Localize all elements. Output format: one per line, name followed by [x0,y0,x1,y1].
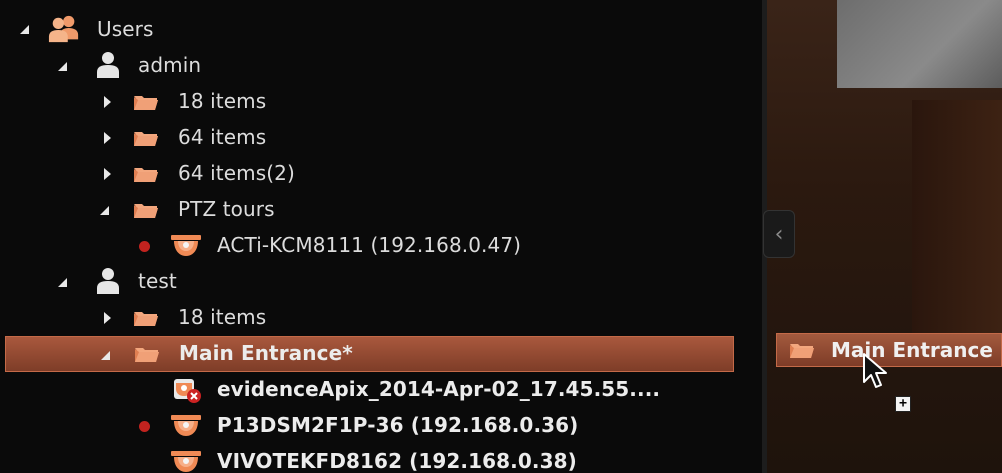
folder-icon [133,129,159,147]
tree-node-label: P13DSM2F1P-36 (192.168.0.36) [217,413,579,437]
tree-node-label: Main Entrance* [179,341,353,365]
folder-icon [133,93,159,111]
copy-plus-icon: + [895,396,911,412]
expanded-arrow-icon[interactable] [58,278,67,287]
tree-node-camera[interactable]: VIVOTEKFD8162 (192.168.0.38) [0,444,734,473]
tree-node-folder[interactable]: 18 items [0,84,734,120]
tree-node-label: 64 items [178,125,267,149]
tree-node-label: 18 items [178,305,267,329]
video-preview-area[interactable] [767,0,1002,473]
tree-node-label: ACTi-KCM8111 (192.168.0.47) [217,233,522,257]
camera-icon [170,450,202,473]
expanded-arrow-icon[interactable] [100,206,109,215]
tree-node-label: Users [97,17,154,41]
tree-node-evidence[interactable]: evidenceApix_2014-Apr-02_17.45.55.... [0,372,734,408]
collapsed-arrow-icon[interactable] [104,96,111,108]
tree-node-folder[interactable]: 64 items [0,120,734,156]
user-group-icon [48,14,80,44]
camera-icon [170,414,202,438]
user-icon [96,267,120,295]
tree-node-users[interactable]: Users [0,12,734,48]
tree-node-main-entrance-selected[interactable]: Main Entrance* [5,336,734,372]
tree-node-label: VIVOTEKFD8162 (192.168.0.38) [217,449,577,473]
expanded-arrow-icon[interactable] [58,62,67,71]
expanded-arrow-icon[interactable] [101,351,110,360]
tree-node-test[interactable]: test [0,264,734,300]
recording-dot-icon [139,421,150,432]
mouse-pointer-icon [863,353,887,388]
tree-node-camera[interactable]: ACTi-KCM8111 (192.168.0.47) [0,228,734,264]
tree-node-folder[interactable]: 18 items [0,300,734,336]
tree-node-label: evidenceApix_2014-Apr-02_17.45.55.... [217,377,661,401]
chevron-left-icon: ‹ [774,221,784,247]
collapsed-arrow-icon[interactable] [104,312,111,324]
collapsed-arrow-icon[interactable] [104,132,111,144]
drag-ghost-label: Main Entrance [831,338,993,362]
tree-node-label: test [138,269,177,293]
tree-node-label: 18 items [178,89,267,113]
expanded-arrow-icon[interactable] [20,25,29,34]
recording-dot-icon [139,241,150,252]
folder-icon [789,341,815,359]
tree-node-camera[interactable]: P13DSM2F1P-36 (192.168.0.36) [0,408,734,444]
tree-node-label: PTZ tours [178,197,275,221]
tree-node-ptz-tours[interactable]: PTZ tours [0,192,734,228]
folder-icon [133,201,159,219]
folder-icon [134,345,160,363]
camera-icon [170,234,202,258]
video-frame-background [912,100,1002,360]
tree-node-label: 64 items(2) [178,161,295,185]
device-tree-panel: Users admin 18 items 64 items 64 items(2… [0,0,762,473]
video-frame-snapshot [837,0,1002,88]
tree-node-label: admin [138,53,202,77]
collapse-panel-button[interactable]: ‹ [763,210,795,258]
folder-icon [133,165,159,183]
tree-node-folder[interactable]: 64 items(2) [0,156,734,192]
evidence-camera-error-icon [172,376,202,404]
tree-node-admin[interactable]: admin [0,48,734,84]
user-icon [96,51,120,79]
collapsed-arrow-icon[interactable] [104,168,111,180]
folder-icon [133,309,159,327]
